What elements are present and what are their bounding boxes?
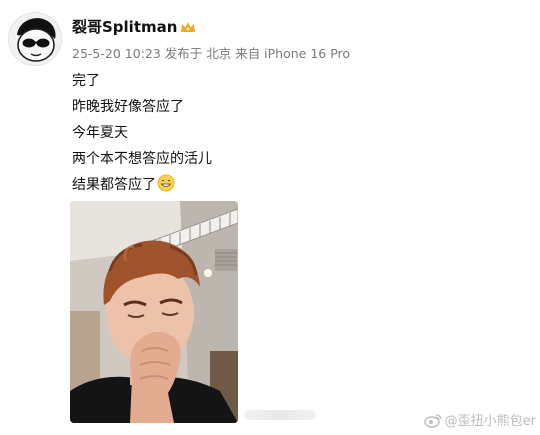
cartoon-face-icon [17, 18, 56, 62]
grin-emoji-icon [157, 174, 175, 192]
watermark-text: @歪扭小熊包er [444, 414, 536, 429]
post-meta-text: 25-5-20 10:23 发布于 北京 来自 iPhone 16 Pro [72, 46, 351, 61]
weibo-icon [423, 413, 442, 428]
post-line: 昨晚我好像答应了 [72, 99, 184, 115]
post-line: 今年夏天 [72, 125, 128, 141]
post-line: 两个本不想答应的活儿 [72, 151, 212, 167]
watermark: @歪扭小熊包er [423, 410, 536, 429]
post-meta: 25-5-20 10:23 发布于 北京 来自 iPhone 16 Pro [72, 43, 350, 62]
post-text: 完了 昨晚我好像答应了 今年夏天 两个本不想答应的活儿 结果都答应了 [72, 68, 212, 198]
post-line-last: 结果都答应了 [72, 172, 212, 198]
blurred-mark [244, 410, 316, 420]
photo-image [70, 201, 238, 423]
avatar[interactable] [8, 12, 62, 66]
crown-icon [181, 21, 196, 32]
post-line: 完了 [72, 73, 100, 89]
username-text[interactable]: 裂哥Splitman [72, 16, 177, 37]
post-line: 结果都答应了 [72, 177, 156, 193]
username[interactable]: 裂哥Splitman [72, 16, 196, 37]
post-photo[interactable] [70, 201, 238, 423]
